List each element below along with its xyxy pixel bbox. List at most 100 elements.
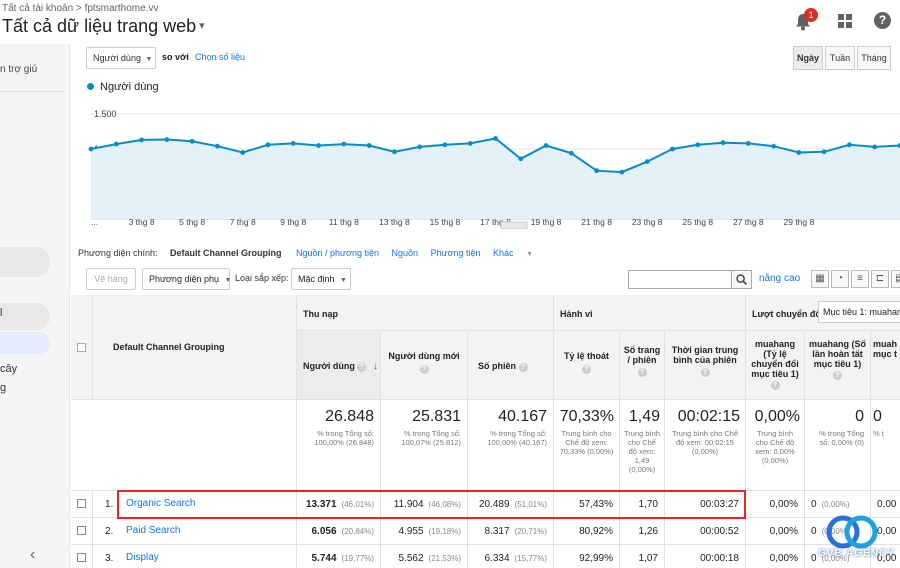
help-icon[interactable]: ? xyxy=(770,381,780,390)
dimension-option-other[interactable]: Khác ▼ xyxy=(493,248,543,258)
totals-users-value: 26.848 xyxy=(325,408,374,425)
metric-select[interactable]: Người dùng ▼ xyxy=(86,47,156,69)
col-header-pages[interactable]: Số trang / phiên ? xyxy=(620,331,665,400)
compare-view-icon[interactable]: ⊏ xyxy=(871,270,889,288)
breadcrumb-all-accounts[interactable]: Tất cả tài khoản xyxy=(2,3,73,14)
pie-view-icon[interactable]: ◔ xyxy=(831,270,849,288)
breadcrumb[interactable]: Tất cả tài khoản > fptsmarthome.vv xyxy=(2,3,158,14)
bar-view-icon[interactable]: ≡ xyxy=(851,270,869,288)
sidebar-item-active[interactable] xyxy=(0,332,50,354)
cell-value: 5.562 xyxy=(398,553,424,564)
x-tick-label: 23 thg 8 xyxy=(632,217,663,227)
select-all-checkbox[interactable] xyxy=(77,343,86,352)
sidebar-item-label[interactable]: g xyxy=(0,382,6,394)
cell-content: 0,00 U xyxy=(877,499,900,510)
totals-value-sub: % t xyxy=(873,429,884,438)
data-point xyxy=(619,169,625,175)
col-header-value[interactable]: muah mục t xyxy=(871,331,900,400)
col-header-duration[interactable]: Thời gian trung bình của phiên ? xyxy=(665,331,746,400)
cell-percent: (20,84%) xyxy=(341,527,374,536)
row-checkbox[interactable] xyxy=(77,526,86,535)
col-conv-rate-label: muahang (Tỷ lệ chuyển đổi mục tiêu 1) xyxy=(751,339,799,379)
collapse-chevron-icon[interactable]: ‹ xyxy=(30,546,35,564)
table-cell-sessions: 8.317 (20,71%) xyxy=(468,518,554,545)
search-icon[interactable] xyxy=(732,270,752,289)
sort-type-select[interactable]: Mặc định ▼ xyxy=(291,268,351,290)
col-header-completions[interactable]: muahang (Số lần hoàn tất mục tiêu 1) ? xyxy=(805,331,871,400)
x-tick-label: 13 thg 8 xyxy=(379,217,410,227)
dimension-option-source[interactable]: Nguồn xyxy=(392,248,419,258)
sort-type-value: Mặc định xyxy=(298,274,335,284)
totals-new-users-sub: % trong Tổng số: 100,07% (25.812) xyxy=(401,429,461,447)
dimension-header[interactable]: Default Channel Grouping xyxy=(93,295,297,400)
pivot-view-icon[interactable]: ▤ xyxy=(891,270,900,288)
col-header-users[interactable]: Người dùng ? ↓ xyxy=(297,331,381,400)
cell-content: 5.744 (19,77%) xyxy=(312,553,375,564)
table-cell-conv: 0,00% xyxy=(746,518,805,545)
choose-metric-link[interactable]: Chọn số liệu xyxy=(195,52,245,62)
plot-rows-button[interactable]: Vẽ hàng xyxy=(86,268,136,290)
period-month-button[interactable]: Tháng xyxy=(857,46,891,70)
col-header-conv-rate[interactable]: muahang (Tỷ lệ chuyển đổi mục tiêu 1) ? xyxy=(746,331,805,400)
cell-value: 0,00% xyxy=(769,499,798,510)
apps-grid-icon[interactable] xyxy=(838,14,852,28)
advanced-filter-link[interactable]: nâng cao xyxy=(759,273,800,284)
secondary-dimension-select[interactable]: Phương diện phụ ▼ xyxy=(142,268,232,290)
sidebar-item-placeholder[interactable] xyxy=(0,247,50,277)
sidebar-item-label[interactable]: l xyxy=(0,307,2,319)
chevron-down-icon: ▼ xyxy=(145,56,153,63)
cell-value: 00:00:52 xyxy=(700,526,739,537)
period-week-button[interactable]: Tuần xyxy=(825,46,855,70)
row-checkbox[interactable] xyxy=(77,499,86,508)
channel-link[interactable]: Display xyxy=(126,552,159,563)
totals-bounce-value: 70,33% xyxy=(559,408,614,425)
col-header-bounce[interactable]: Tỷ lệ thoát ? xyxy=(554,331,620,400)
help-icon[interactable]: ? xyxy=(419,365,429,374)
data-point xyxy=(215,143,220,149)
view-selector[interactable]: Tất cả dữ liệu trang web ▾ xyxy=(2,16,205,37)
help-icon[interactable]: ? xyxy=(700,368,710,377)
chevron-down-icon: ▼ xyxy=(224,277,232,284)
dimension-option-medium[interactable]: Phương tiện xyxy=(431,248,481,258)
primary-dimension-bar: Phương diện chính: Default Channel Group… xyxy=(78,248,553,258)
col-header-new-users[interactable]: Người dùng mới ? xyxy=(381,331,468,400)
help-icon[interactable]: ? xyxy=(518,363,528,372)
dimension-selected: Default Channel Grouping xyxy=(170,248,282,258)
dimension-header-label: Default Channel Grouping xyxy=(113,342,225,352)
table-search-input[interactable] xyxy=(628,270,732,289)
help-icon[interactable]: ? xyxy=(357,363,367,372)
caret-down-icon: ▾ xyxy=(199,20,205,32)
users-line-chart: 5001.0001.500...3 thg 85 thg 87 thg 89 t… xyxy=(71,99,900,230)
table-view-icon[interactable]: ▦ xyxy=(811,270,829,288)
legend-marker xyxy=(87,83,94,90)
help-icon[interactable]: ? xyxy=(582,365,591,374)
data-point xyxy=(139,137,144,143)
highlight-box xyxy=(117,490,746,519)
data-point xyxy=(366,143,372,148)
help-icon[interactable]: ? xyxy=(833,371,842,380)
row-checkbox[interactable] xyxy=(77,553,86,562)
period-day-button[interactable]: Ngày xyxy=(793,46,823,70)
col-header-sessions[interactable]: Số phiên ? xyxy=(468,331,554,400)
cell-value: 0 xyxy=(811,499,817,510)
dimension-option-source-medium[interactable]: Nguồn / phương tiện xyxy=(296,248,379,258)
sidebar-item-group[interactable] xyxy=(0,303,50,330)
breadcrumb-site[interactable]: fptsmarthome.vv xyxy=(85,3,159,14)
help-icon[interactable]: ? xyxy=(637,368,647,377)
data-point xyxy=(847,142,852,148)
table-row-dimension: 3. Display xyxy=(93,545,297,568)
data-point xyxy=(644,159,650,164)
cell-content: 80,92% xyxy=(579,526,613,537)
cell-percent: (21,53%) xyxy=(428,554,461,563)
data-point xyxy=(568,150,574,156)
cell-value: 0,00 U xyxy=(877,499,900,510)
sidebar-item-label[interactable]: cây xyxy=(0,363,17,375)
goal-select[interactable]: Mục tiêu 1: muahang xyxy=(818,301,900,323)
channel-link[interactable]: Paid Search xyxy=(126,525,180,536)
totals-users-sub: % trong Tổng số: 100,00% (26.848) xyxy=(314,429,374,447)
sort-descending-icon[interactable]: ↓ xyxy=(373,361,378,372)
cell-content: 0,00% xyxy=(770,499,798,510)
col-users-label: Người dùng xyxy=(303,361,355,371)
sidebar-help-link[interactable]: n trợ giú xyxy=(0,64,37,75)
help-icon[interactable]: ? xyxy=(874,12,891,29)
